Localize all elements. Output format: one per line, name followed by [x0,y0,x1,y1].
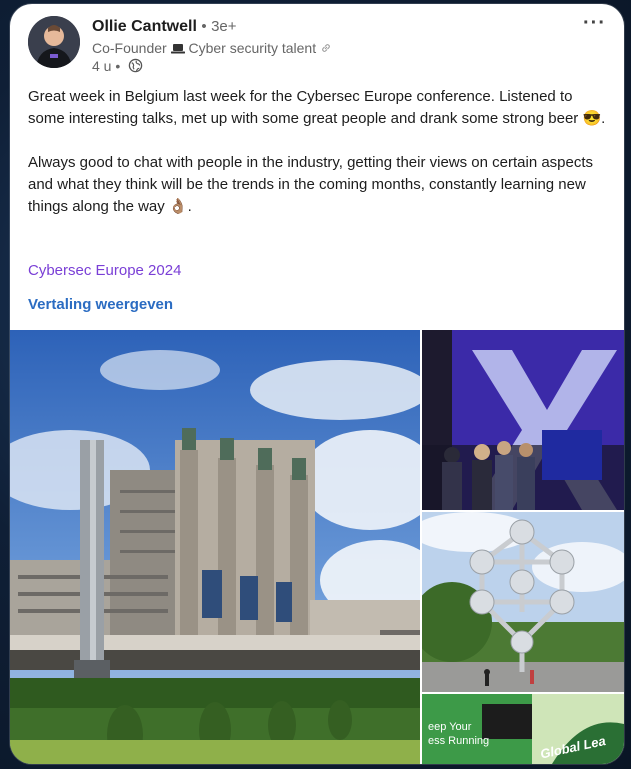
link-icon [320,40,332,56]
author-name[interactable]: Ollie Cantwell [92,18,197,35]
avatar[interactable] [28,16,80,68]
post-paragraph-2: Always good to chat with people in the i… [28,154,594,215]
laptop-icon [170,40,189,56]
post-card: Ollie Cantwell • 3e+ Co-Founder Cyber se… [10,4,624,764]
meta-dot: • [115,58,121,74]
photo-booth[interactable]: eep Your ess Running Global Lea [422,694,624,764]
photo-atomium[interactable] [422,512,624,692]
post-paragraph-1: Great week in Belgium last week for the … [28,88,606,127]
hashtag-link[interactable]: Cybersec Europe 2024 [28,262,181,279]
translate-button[interactable]: Vertaling weergeven [28,296,173,313]
globe-icon [128,58,143,76]
headline-prefix: Co-Founder [92,40,167,56]
photo-building[interactable] [10,330,420,764]
headline-suffix: Cyber security talent [188,40,317,56]
connection-degree: 3e+ [211,18,237,35]
booth-text-1: eep Your [428,721,472,733]
more-options-button[interactable]: ··· [583,12,606,35]
post-time: 4 u [92,58,112,74]
post-body: Great week in Belgium last week for the … [28,86,608,240]
separator-dot: • [201,18,207,35]
photo-stage[interactable] [422,330,624,510]
booth-text-2: ess Running [428,735,489,747]
post-meta: 4 u • [92,58,143,76]
author-name-line: Ollie Cantwell • 3e+ [92,18,237,36]
author-headline: Co-Founder Cyber security talent [92,40,332,56]
avatar-image [28,16,80,68]
